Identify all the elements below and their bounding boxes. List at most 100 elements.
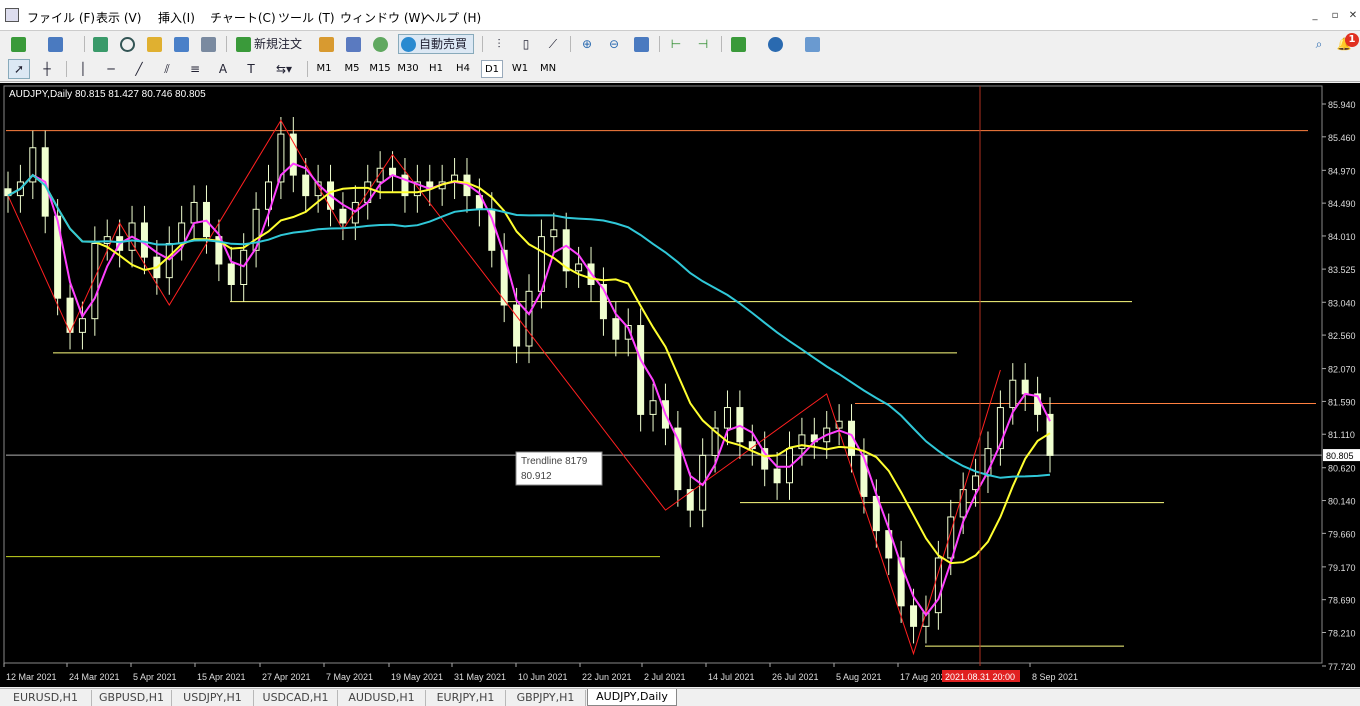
market-button[interactable]: [370, 34, 390, 54]
tab-usdjpy[interactable]: USDJPY,H1: [172, 690, 254, 706]
app-icon[interactable]: [5, 8, 19, 22]
menu-chart[interactable]: チャート(C): [210, 9, 276, 26]
tester-icon: [201, 37, 216, 52]
menu-file[interactable]: ファイル (F): [27, 9, 95, 26]
menu-insert[interactable]: 挿入(I): [158, 9, 195, 26]
cursor-icon: ➚: [13, 62, 25, 76]
candle-body: [1021, 379, 1029, 395]
bar-chart-button[interactable]: ⫶: [489, 34, 509, 54]
y-tick-label: 77.720: [1328, 662, 1356, 672]
tooltip-value: 80.912: [521, 471, 552, 482]
candle-body: [649, 400, 657, 415]
y-tick-label: 80.140: [1328, 497, 1356, 507]
candle-body: [637, 325, 645, 415]
minimize-icon[interactable]: _: [1308, 10, 1322, 22]
indicators-button[interactable]: [728, 34, 760, 54]
navigator-button[interactable]: [144, 34, 164, 54]
templates-button[interactable]: [802, 34, 834, 54]
metaeditor-icon: [319, 37, 334, 52]
timeframe-m30[interactable]: M30: [396, 60, 420, 78]
zoom-in-button[interactable]: ⊕: [577, 34, 597, 54]
candle-body: [140, 222, 148, 258]
tab-eurusd[interactable]: EURUSD,H1: [0, 690, 92, 706]
x-tick-label: 31 May 2021: [454, 672, 506, 682]
trendline-icon: ╱: [135, 62, 143, 76]
strategy-tester-button[interactable]: [198, 34, 218, 54]
auto-trading-button[interactable]: 自動売買: [398, 34, 474, 54]
price-chart[interactable]: 85.940 85.460 84.970 84.490 84.010 83.525 83.0…: [0, 83, 1360, 687]
tab-gbpusd[interactable]: GBPUSD,H1: [92, 690, 172, 706]
tab-eurjpy[interactable]: EURJPY,H1: [426, 690, 506, 706]
periods-button[interactable]: [765, 34, 797, 54]
x-tick-label: 7 May 2021: [326, 672, 373, 682]
candle-body: [550, 229, 558, 238]
timeframe-m1[interactable]: M1: [314, 60, 334, 78]
trendline-button[interactable]: ╱: [128, 59, 150, 79]
candle-chart-button[interactable]: ▯: [516, 34, 536, 54]
text-label-button[interactable]: T: [240, 59, 262, 79]
zoom-out-button[interactable]: ⊖: [604, 34, 624, 54]
cursor-tool-button[interactable]: ➚: [8, 59, 30, 79]
new-chart-button[interactable]: [8, 34, 40, 54]
data-window-button[interactable]: [117, 34, 137, 54]
x-tick-label: 12 Mar 2021: [6, 672, 57, 682]
line-chart-icon: ⟋: [548, 37, 558, 51]
menu-view[interactable]: 表示 (V): [96, 9, 141, 26]
menu-help[interactable]: ヘルプ (H): [423, 9, 481, 26]
fibonacci-button[interactable]: ≡: [184, 59, 206, 79]
tab-audusd[interactable]: AUDUSD,H1: [338, 690, 426, 706]
y-tick-label: 83.525: [1328, 265, 1356, 275]
chart-window[interactable]: 85.940 85.460 84.970 84.490 84.010 83.525 83.0…: [0, 83, 1360, 687]
timeframe-m15[interactable]: M15: [368, 60, 392, 78]
signals-button[interactable]: [343, 34, 363, 54]
terminal-button[interactable]: [171, 34, 191, 54]
candle-body: [202, 201, 210, 238]
timeframe-mn[interactable]: MN: [536, 60, 560, 78]
tooltip-name: Trendline 8179: [521, 456, 588, 467]
timeframe-d1[interactable]: D1: [481, 60, 503, 78]
candle-body: [227, 263, 235, 285]
new-order-button[interactable]: 新規注文: [233, 34, 311, 54]
standard-toolbar: 新規注文 自動売買 ⫶ ▯ ⟋ ⊕ ⊖ ⊢ ⊣ ⌕ 🔔: [0, 31, 1360, 56]
arrows-button[interactable]: ⇆▾: [268, 59, 300, 79]
restore-icon[interactable]: ▫: [1328, 10, 1342, 22]
crosshair-tool-button[interactable]: ┼: [36, 59, 58, 79]
horizontal-line-icon: ─: [107, 62, 115, 76]
text-tool-icon: A: [218, 62, 228, 76]
market-watch-button[interactable]: [90, 34, 110, 54]
channel-button[interactable]: ⫽: [156, 59, 178, 79]
timeframe-m5[interactable]: M5: [341, 60, 363, 78]
y-tick-label: 84.010: [1328, 232, 1356, 242]
auto-trading-icon: [401, 37, 416, 52]
x-tick-label: 26 Jul 2021: [772, 672, 819, 682]
close-icon[interactable]: ✕: [1346, 10, 1360, 22]
text-tool-button[interactable]: A: [212, 59, 234, 79]
profiles-button[interactable]: [45, 34, 77, 54]
text-label-icon: T: [247, 62, 255, 76]
x-tick-label: 2 Jul 2021: [644, 672, 686, 682]
y-tick-label: 82.560: [1328, 331, 1356, 341]
y-tick-label: 81.590: [1328, 397, 1356, 407]
metaeditor-button[interactable]: [316, 34, 336, 54]
y-tick-label: 79.660: [1328, 529, 1356, 539]
search-button[interactable]: ⌕: [1309, 34, 1329, 54]
x-tick-label: 24 Mar 2021: [69, 672, 120, 682]
horizontal-line-button[interactable]: ─: [100, 59, 122, 79]
timeframe-h4[interactable]: H4: [452, 60, 474, 78]
tab-usdcad[interactable]: USDCAD,H1: [254, 690, 338, 706]
vertical-line-button[interactable]: │: [72, 59, 94, 79]
timeframe-h1[interactable]: H1: [425, 60, 447, 78]
vertical-line-icon: │: [79, 62, 87, 76]
line-chart-button[interactable]: ⟋: [543, 34, 563, 54]
auto-scroll-button[interactable]: ⊢: [666, 34, 686, 54]
chart-shift-button[interactable]: ⊣: [693, 34, 713, 54]
tile-windows-button[interactable]: [631, 34, 651, 54]
candle-body: [289, 133, 297, 176]
timeframe-w1[interactable]: W1: [509, 60, 531, 78]
tab-gbpjpy[interactable]: GBPJPY,H1: [506, 690, 586, 706]
menu-window[interactable]: ウィンドウ (W): [340, 9, 425, 26]
tab-audjpy-daily[interactable]: AUDJPY,Daily: [587, 689, 677, 706]
menu-tools[interactable]: ツール (T): [278, 9, 335, 26]
candle-body: [723, 407, 731, 429]
fibonacci-icon: ≡: [189, 62, 201, 76]
